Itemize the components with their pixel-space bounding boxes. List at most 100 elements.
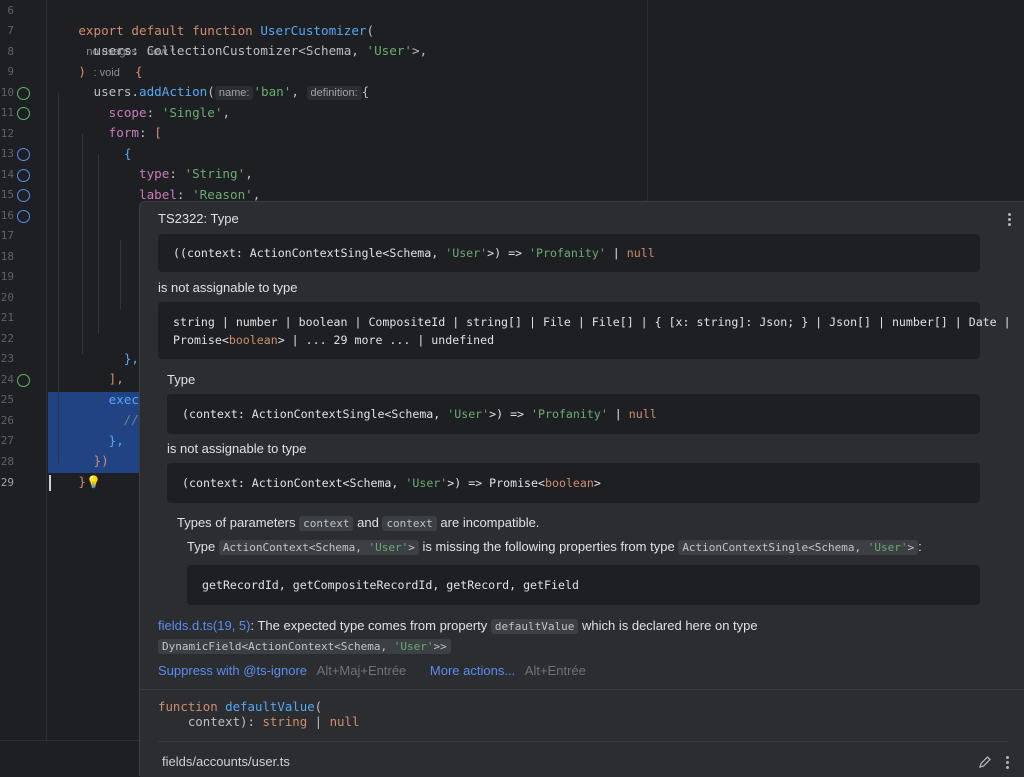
inline-code: defaultValue <box>490 619 579 634</box>
implemented-icon[interactable] <box>17 87 30 100</box>
string: 'User' <box>368 541 409 554</box>
more-actions-link[interactable]: More actions... <box>430 663 515 678</box>
code-block-target-type: string | number | boolean | CompositeId … <box>158 302 1011 359</box>
line-number: 9 <box>7 65 14 78</box>
punctuation: ( <box>314 699 323 714</box>
code-text: (context: ActionContextSingle<Schema, <box>179 246 446 260</box>
keyword: null <box>628 407 657 421</box>
code-text: Promise< <box>173 333 229 347</box>
code-block-nested-source: (context: ActionContextSingle<Schema, 'U… <box>167 394 980 434</box>
punctuation: : <box>139 125 155 140</box>
line-number: 27 <box>0 434 14 447</box>
string: 'User' <box>366 43 412 58</box>
more-options-icon[interactable] <box>1006 756 1009 771</box>
line-number: 7 <box>7 24 14 37</box>
line-number: 15 <box>0 188 14 201</box>
inline-code: ActionContext<Schema, 'User'> <box>218 540 419 555</box>
overrides-icon[interactable] <box>17 210 30 223</box>
code-text: (context: ActionContext<Schema, <box>182 476 406 490</box>
code-text: >) => <box>487 246 530 260</box>
source-type: DynamicField<ActionContext<Schema, 'User… <box>158 638 451 654</box>
error-code: TS2322: Type <box>158 211 239 226</box>
divider <box>158 741 1008 742</box>
not-assignable-text: is not assignable to type <box>158 280 298 295</box>
code-text: | <box>607 407 629 421</box>
lightbulb-icon[interactable]: 💡 <box>86 475 101 489</box>
code-block-nested-target: (context: ActionContext<Schema, 'User'>)… <box>167 463 980 503</box>
code-line: scope: 'Single', <box>48 83 230 120</box>
implemented-icon[interactable] <box>17 374 30 387</box>
line-number: 6 <box>7 4 14 17</box>
code-line: }) <box>48 431 109 468</box>
code-line: users: CollectionCustomizer<Schema, 'Use… <box>48 21 428 58</box>
string: 'User' <box>405 476 448 490</box>
keyword: boolean <box>545 476 594 490</box>
text: and <box>357 515 379 530</box>
punctuation: } <box>78 474 86 489</box>
edit-icon[interactable] <box>978 754 992 768</box>
code-line: type: 'String', <box>48 144 253 181</box>
line-number: 28 <box>0 455 14 468</box>
function-name: defaultValue <box>225 699 315 714</box>
code-line: label: 'Reason', <box>48 165 260 202</box>
inline-code: DynamicField<ActionContext<Schema, 'User… <box>158 639 451 654</box>
code-line: }💡 <box>48 452 101 489</box>
code-line: form: [ <box>48 103 162 140</box>
line-number: 24 <box>0 373 14 386</box>
line-number: 22 <box>0 332 14 345</box>
suppress-ts-ignore-link[interactable]: Suppress with @ts-ignore <box>158 663 307 678</box>
string: 'User' <box>867 541 908 554</box>
keyword: null <box>329 714 360 729</box>
line-number: 14 <box>0 168 14 181</box>
text: which is declared here on type <box>582 618 758 633</box>
inline-code: ActionContextSingle<Schema, 'User'> <box>678 540 919 555</box>
source-file-link[interactable]: fields.d.ts(19, 5) <box>158 618 251 633</box>
status-bar <box>0 740 140 776</box>
code-line: ) : void { <box>48 42 142 79</box>
code-text: > <box>907 541 915 554</box>
line-number: 8 <box>7 45 14 58</box>
incompatible-params-text: Types of parameters context and context … <box>177 515 539 531</box>
error-tooltip-popup[interactable]: TS2322: Type ((context: ActionContextSin… <box>139 201 1024 777</box>
text: : The expected type comes from property <box>250 618 488 633</box>
parameter: context): <box>158 714 263 729</box>
code-text: ActionContextSingle<Schema, <box>682 541 868 554</box>
overrides-icon[interactable] <box>17 169 30 182</box>
line-number: 20 <box>0 291 14 304</box>
line-number: 13 <box>0 147 14 160</box>
text-cursor <box>49 475 51 491</box>
line-number-gutter[interactable]: 6 7 8 9 10 11 12 13 14 15 16 17 18 19 20… <box>0 0 46 740</box>
line-number: 21 <box>0 311 14 324</box>
line-number: 26 <box>0 414 14 427</box>
text: : <box>918 539 922 554</box>
implemented-icon[interactable] <box>17 107 30 120</box>
overrides-icon[interactable] <box>17 189 30 202</box>
shortcut-hint: Alt+Entrée <box>524 663 586 678</box>
code-text: > <box>593 476 601 490</box>
string: 'Single' <box>161 105 223 120</box>
line-number: 25 <box>0 393 14 406</box>
string: 'User' <box>447 407 490 421</box>
code-text: >) => Promise< <box>447 476 545 490</box>
string: 'User' <box>445 246 488 260</box>
quick-actions: Suppress with @ts-ignore Alt+Maj+Entrée … <box>158 663 586 678</box>
overrides-icon[interactable] <box>17 148 30 161</box>
code-line: }, <box>48 411 124 448</box>
line-number: 16 <box>0 209 14 222</box>
code-line: }, <box>48 329 139 366</box>
code-text: > | ... 29 more ... | undefined <box>277 333 495 347</box>
file-path[interactable]: fields/accounts/user.ts <box>162 754 290 769</box>
type: CollectionCustomizer<Schema, <box>146 43 367 58</box>
line-number-current: 29 <box>0 476 14 489</box>
inline-code: context <box>299 516 354 531</box>
missing-properties-text: Type ActionContext<Schema, 'User'> is mi… <box>187 539 922 555</box>
code-block-source-type: ((context: ActionContextSingle<Schema, '… <box>158 234 980 272</box>
line-number: 17 <box>0 229 14 242</box>
punctuation: | <box>307 714 330 729</box>
text: is missing the following properties from… <box>422 539 675 554</box>
keyword: boolean <box>228 333 278 347</box>
more-options-icon[interactable] <box>1008 213 1011 228</box>
punctuation: { <box>361 84 370 99</box>
source-location-text: fields.d.ts(19, 5): The expected type co… <box>158 618 758 634</box>
code-text: string | number | boolean | CompositeId … <box>173 315 1011 329</box>
